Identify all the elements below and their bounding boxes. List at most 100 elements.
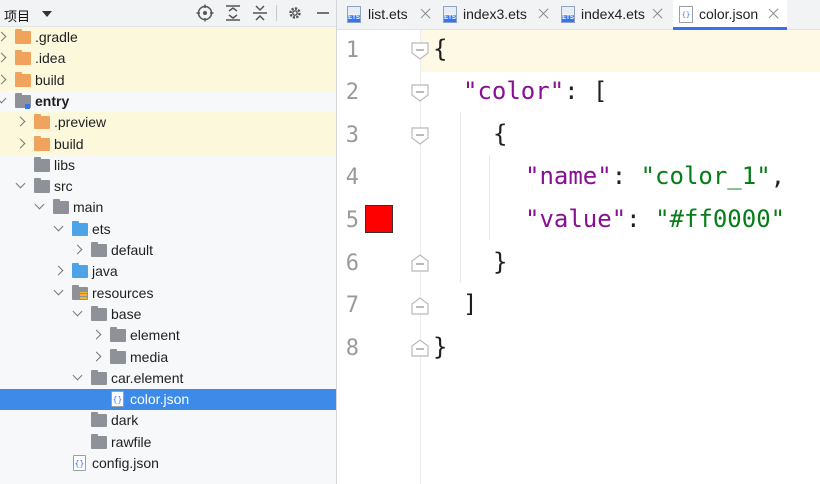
chevron-right-icon[interactable] [15, 116, 26, 127]
folder-icon [15, 50, 31, 66]
tree-item-label: src [54, 178, 73, 195]
tree-item-gradle[interactable]: .gradle [0, 27, 336, 48]
collapse-all-icon[interactable] [251, 4, 269, 22]
folder-icon [34, 114, 50, 130]
close-icon[interactable] [651, 7, 664, 20]
tab-index3-ets[interactable]: ETS index3.ets [441, 0, 555, 30]
code-line-2: "color": [ [463, 77, 608, 105]
tree-item-label: base [111, 305, 142, 322]
fold-close-icon[interactable] [410, 253, 430, 273]
folder-icon [110, 327, 126, 343]
folder-icon [91, 412, 107, 428]
module-badge-icon [25, 103, 30, 109]
tree-item-label: config.json [92, 455, 159, 471]
chevron-down-icon[interactable] [72, 306, 83, 317]
indent-guide [489, 155, 490, 240]
tree-item-entry[interactable]: entry [0, 91, 336, 112]
chevron-down-icon[interactable] [34, 199, 45, 210]
json-file-icon: {} [73, 455, 86, 471]
tree-item-build[interactable]: build [0, 133, 336, 155]
tab-color-json[interactable]: {} color.json [673, 0, 787, 30]
tree-item-libs[interactable]: libs [0, 155, 336, 176]
tree-item-rawfile[interactable]: rawfile [0, 432, 336, 453]
tree-item-java[interactable]: java [0, 261, 336, 282]
tab-index4-ets[interactable]: ETS index4.ets [559, 0, 671, 30]
folder-icon [15, 29, 31, 44]
folder-icon [34, 135, 50, 151]
ets-file-icon: ETS [347, 6, 361, 23]
color-swatch[interactable] [365, 205, 393, 233]
tab-list-ets[interactable]: ETS list.ets [345, 0, 437, 30]
chevron-down-icon[interactable] [53, 285, 64, 296]
tree-item-default[interactable]: default [0, 240, 336, 261]
close-icon[interactable] [767, 7, 780, 20]
close-icon[interactable] [537, 7, 550, 20]
tree-item-idea[interactable]: .idea [0, 48, 336, 70]
fold-close-icon[interactable] [410, 296, 430, 316]
json-key: "name" [525, 162, 612, 190]
tab-label: index3.ets [463, 6, 527, 22]
chevron-down-icon[interactable] [0, 93, 7, 104]
tree-item-label: resources [92, 284, 154, 301]
minimize-icon[interactable] [314, 4, 332, 22]
crosshair-icon[interactable] [196, 4, 214, 22]
tree-item-label: entry [35, 92, 70, 109]
code-line-4: "name": "color_1", [525, 162, 786, 190]
gear-icon[interactable] [286, 4, 304, 22]
fold-close-icon[interactable] [410, 338, 430, 358]
json-string-value: "#ff0000" [655, 205, 786, 233]
tree-item-config-json[interactable]: {} config.json [0, 453, 336, 474]
tab-label: list.ets [368, 6, 408, 22]
chevron-right-icon[interactable] [0, 74, 7, 85]
folder-icon [72, 284, 88, 300]
code-line-5: "value": "#ff0000" [525, 205, 786, 233]
chevron-down-icon[interactable] [72, 370, 83, 381]
chevron-right-icon[interactable] [15, 138, 26, 148]
code-line-8: } [433, 333, 448, 361]
tree-item-resources[interactable]: resources [0, 283, 336, 304]
close-icon[interactable] [419, 7, 432, 20]
folder-icon [15, 71, 31, 87]
folder-icon [34, 178, 50, 194]
json-string-value: "color_1" [640, 162, 771, 190]
toolbar-separator [276, 5, 277, 21]
expand-all-icon[interactable] [224, 4, 242, 22]
code-editor[interactable]: 1 2 3 4 5 6 7 8 { "color": [ { "name": "… [337, 30, 820, 484]
folder-icon [72, 263, 88, 279]
tree-item-ets[interactable]: ets [0, 219, 336, 240]
chevron-down-icon[interactable] [42, 11, 52, 17]
tree-item-preview[interactable]: .preview [0, 112, 336, 134]
fold-open-icon[interactable] [410, 126, 430, 146]
ets-file-icon: ETS [443, 6, 457, 23]
tree-item-label: java [92, 263, 118, 280]
project-view-title[interactable]: 项目 [4, 6, 30, 25]
json-file-icon: {} [111, 391, 124, 408]
chevron-right-icon[interactable] [91, 351, 102, 361]
line-number: 5 [345, 208, 359, 233]
chevron-right-icon[interactable] [53, 265, 64, 276]
code-line-3: { [493, 120, 508, 148]
chevron-right-icon[interactable] [0, 31, 7, 42]
tree-item-element[interactable]: element [0, 325, 336, 346]
tree-item-dark[interactable]: dark [0, 410, 336, 431]
tree-item-car-element[interactable]: car.element [0, 368, 336, 389]
project-toolbar: 项目 [0, 0, 336, 27]
tree-item-media[interactable]: media [0, 347, 336, 368]
tree-item-main[interactable]: main [0, 197, 336, 218]
chevron-right-icon[interactable] [91, 329, 102, 340]
json-key: "color" [463, 77, 565, 105]
project-panel: 项目 .gradle .idea build entry .preview build li… [0, 0, 336, 484]
chevron-right-icon[interactable] [72, 244, 83, 255]
chevron-down-icon[interactable] [53, 221, 64, 232]
folder-icon [91, 305, 107, 321]
tree-item-src[interactable]: src [0, 176, 336, 197]
folder-icon [91, 433, 107, 449]
line-number: 1 [345, 38, 359, 63]
tree-item-color-json[interactable]: {} color.json [0, 389, 336, 411]
chevron-down-icon[interactable] [15, 178, 26, 189]
tree-item-base[interactable]: base [0, 304, 336, 325]
fold-open-icon[interactable] [410, 41, 430, 61]
tree-item-build[interactable]: build [0, 69, 336, 91]
chevron-right-icon[interactable] [0, 52, 7, 63]
fold-open-icon[interactable] [410, 83, 430, 103]
